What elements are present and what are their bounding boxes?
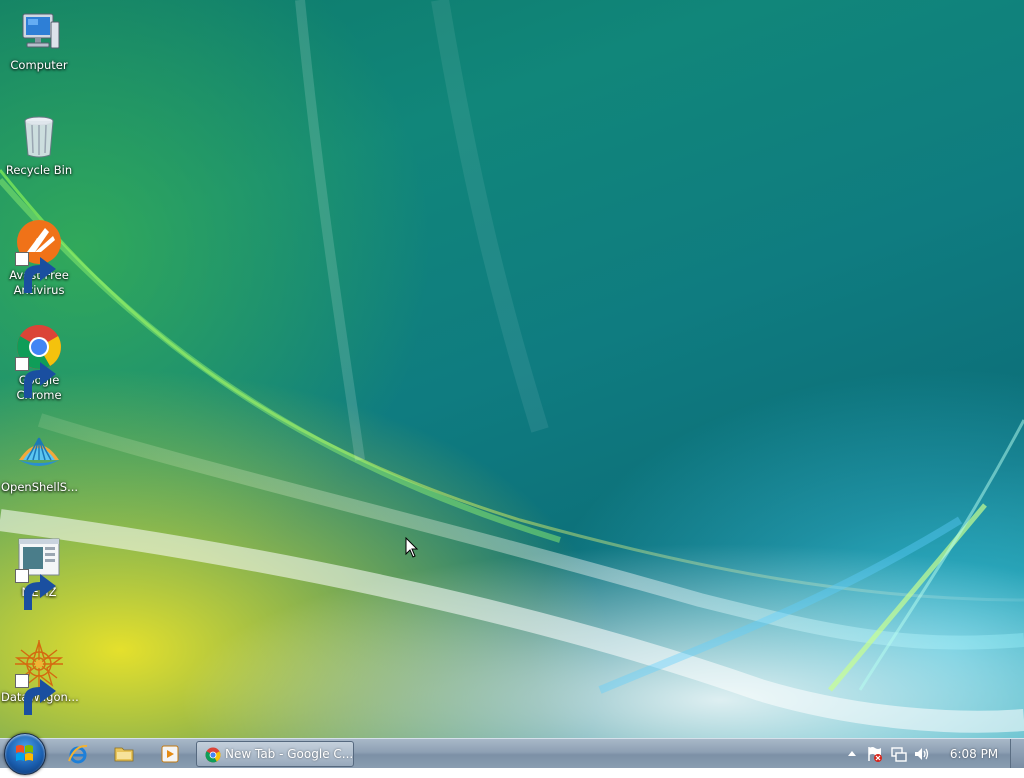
chrome-icon	[205, 747, 221, 763]
desktop-icon-datawagon[interactable]: DataWagon...	[1, 640, 79, 715]
windows-start-icon	[16, 745, 33, 761]
mouse-cursor-icon	[405, 537, 419, 558]
shortcut-arrow-icon	[15, 569, 56, 610]
desktop-icon-label: OpenShellS...	[1, 480, 79, 494]
show-hidden-icons-button[interactable]	[843, 745, 861, 763]
network-icon	[891, 747, 907, 762]
memz-icon	[15, 535, 63, 610]
avast-icon	[15, 218, 63, 293]
shortcut-arrow-icon	[15, 674, 56, 715]
show-desktop-button[interactable]	[1010, 739, 1024, 768]
desktop-icon-recycle-bin[interactable]: Recycle Bin	[1, 113, 77, 178]
start-button[interactable]	[4, 733, 46, 775]
internet-explorer-icon	[68, 744, 88, 764]
tray-volume[interactable]	[913, 745, 931, 763]
taskbar: New Tab - Google C... 6:08 PM	[0, 733, 1024, 775]
media-player-icon	[161, 745, 179, 763]
desktop-icon-computer[interactable]: Computer	[1, 8, 77, 73]
desktop-icon-memz[interactable]: MEMZ	[1, 535, 77, 610]
computer-icon	[15, 8, 63, 56]
wallpaper-swirl	[0, 0, 1024, 733]
desktop[interactable]: Computer Recycle Bin Avast Free Antiviru…	[0, 0, 1024, 738]
chrome-icon	[15, 323, 63, 398]
action-center-flag-icon	[868, 747, 882, 762]
desktop-icon-openshell[interactable]: OpenShellS...	[1, 430, 79, 495]
tray-network[interactable]	[890, 745, 908, 763]
quick-launch-internet-explorer[interactable]	[67, 743, 89, 765]
up-arrow-icon	[848, 751, 856, 756]
volume-icon	[915, 748, 929, 760]
desktop-icon-chrome[interactable]: Google Chrome	[1, 323, 77, 403]
taskbar-button-label: New Tab - Google C...	[225, 747, 354, 761]
tray-action-center[interactable]	[866, 745, 884, 763]
quick-launch-media-player[interactable]	[159, 743, 181, 765]
taskbar-clock[interactable]: 6:08 PM	[944, 739, 1004, 769]
recycle-bin-icon	[15, 113, 63, 161]
openshell-icon	[15, 430, 63, 478]
desktop-icon-avast[interactable]: Avast Free Antivirus	[1, 218, 77, 298]
windows-explorer-icon	[114, 747, 134, 762]
shortcut-arrow-icon	[15, 357, 56, 398]
datawagon-icon	[15, 640, 63, 715]
shortcut-arrow-icon	[15, 252, 56, 293]
desktop-icon-label: Recycle Bin	[5, 163, 73, 177]
desktop-icon-label: Computer	[10, 58, 68, 72]
quick-launch-explorer[interactable]	[113, 743, 135, 765]
taskbar-button-chrome[interactable]: New Tab - Google C...	[196, 741, 354, 767]
